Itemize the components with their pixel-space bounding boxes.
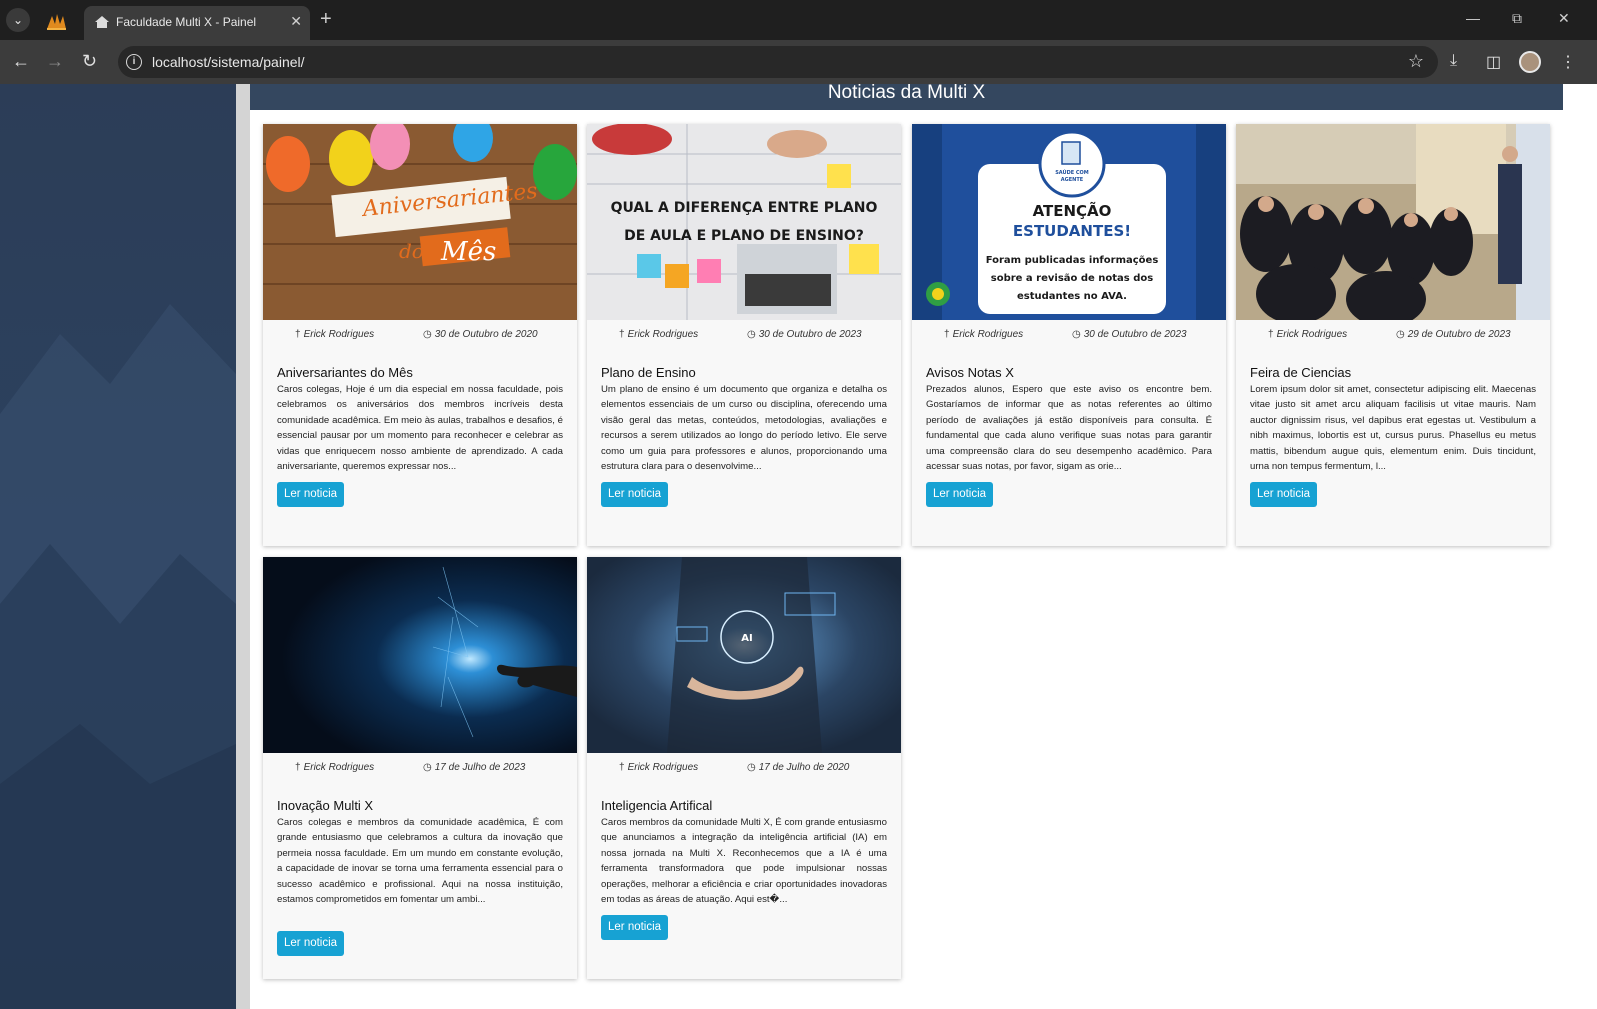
reload-icon[interactable]: ↻ (82, 51, 97, 71)
close-tab-icon[interactable]: ✕ (290, 13, 302, 30)
news-image-avisos-notas: SAÚDE COM AGENTE ATENÇÃO ESTUDANTES! For… (912, 124, 1226, 320)
news-meta: Erick Rodrigues 30 de Outubro de 2023 (912, 329, 1226, 343)
page-viewport: Noticias da Multi X Aniversariantes do M… (0, 84, 1597, 1009)
svg-text:ESTUDANTES!: ESTUDANTES! (1013, 222, 1131, 240)
svg-text:estudantes no AVA.: estudantes no AVA. (1017, 291, 1127, 302)
back-icon[interactable]: ← (12, 51, 30, 71)
news-title: Avisos Notas X (926, 365, 1014, 380)
painel-favicon-icon (95, 16, 109, 28)
news-meta: Erick Rodrigues 17 de Julho de 2020 (587, 762, 901, 776)
news-excerpt: Lorem ipsum dolor sit amet, consectetur … (1250, 384, 1536, 473)
read-news-button[interactable]: Ler noticia (1250, 482, 1318, 507)
tab-title: Faculdade Multi X - Painel (116, 15, 257, 29)
news-image-inovacao (263, 557, 577, 753)
image-text: ATENÇÃO (1033, 201, 1112, 220)
browser-toolbar: ← → ↻ i localhost/sistema/painel/ ☆ ⤓ ◫ … (0, 40, 1597, 84)
svg-text:Mês: Mês (440, 237, 496, 267)
news-card: Aniversariantes do Mês Erick Rodrigues 3… (263, 124, 577, 546)
news-image-aniversariantes: Aniversariantes do Mês (263, 124, 577, 320)
news-header: Noticias da Multi X (250, 84, 1563, 110)
forward-icon[interactable]: → (46, 51, 64, 71)
news-excerpt: Caros colegas, Hoje é um dia especial em… (277, 384, 563, 473)
read-news-button[interactable]: Ler noticia (601, 915, 669, 940)
close-window-icon[interactable]: ✕ (1558, 10, 1570, 27)
address-bar[interactable]: i localhost/sistema/painel/ ☆ (118, 46, 1438, 78)
download-icon[interactable]: ⤓ (1450, 52, 1457, 70)
image-text: AI (741, 633, 752, 644)
browser-tab-strip: ⌄ Faculdade Multi X - Painel ✕ + — ⧉ ✕ (0, 0, 1597, 40)
url-text: localhost/sistema/painel/ (152, 54, 305, 70)
minimize-icon[interactable]: — (1466, 10, 1480, 26)
svg-text:sobre a revisão de notas dos: sobre a revisão de notas dos (991, 273, 1154, 284)
news-excerpt: Prezados alunos, Espero que este aviso o… (926, 384, 1212, 473)
news-image-plano-de-ensino: QUAL A DIFERENÇA ENTRE PLANO DE AULA E P… (587, 124, 901, 320)
read-news-button[interactable]: Ler noticia (601, 482, 669, 507)
news-title: Plano de Ensino (601, 365, 696, 380)
news-date: 17 de Julho de 2023 (423, 762, 526, 773)
news-card: SAÚDE COM AGENTE ATENÇÃO ESTUDANTES! For… (912, 124, 1226, 546)
news-excerpt: Caros colegas e membros da comunidade ac… (277, 817, 563, 906)
news-date: 17 de Julho de 2020 (747, 762, 850, 773)
news-meta: Erick Rodrigues 30 de Outubro de 2023 (587, 329, 901, 343)
news-date: 30 de Outubro de 2023 (1072, 329, 1187, 340)
news-title: Feira de Ciencias (1250, 365, 1352, 380)
svg-text:AGENTE: AGENTE (1061, 177, 1084, 183)
svg-text:SAÚDE COM: SAÚDE COM (1055, 169, 1089, 176)
news-date: 29 de Outubro de 2023 (1396, 329, 1511, 340)
news-image-feira-de-ciencias (1236, 124, 1550, 320)
news-author: Erick Rodrigues (619, 762, 699, 773)
news-image-inteligencia-artificial: AI (587, 557, 901, 753)
news-title: Inovação Multi X (277, 798, 374, 813)
bookmark-star-icon[interactable]: ☆ (1408, 51, 1424, 72)
read-news-button[interactable]: Ler noticia (926, 482, 994, 507)
sidebar-border (236, 84, 250, 1009)
svg-text:DE AULA E PLANO DE ENSINO?: DE AULA E PLANO DE ENSINO? (624, 228, 864, 244)
news-meta: Erick Rodrigues 17 de Julho de 2023 (263, 762, 577, 776)
news-date: 30 de Outubro de 2023 (747, 329, 862, 340)
news-excerpt: Caros membros da comunidade Multi X, É c… (601, 817, 887, 906)
sidebar (0, 84, 236, 1009)
news-card: Erick Rodrigues 29 de Outubro de 2023 Fe… (1236, 124, 1550, 546)
news-author: Erick Rodrigues (944, 329, 1024, 340)
news-card: Erick Rodrigues 17 de Julho de 2023 Inov… (263, 557, 577, 979)
tab-painel[interactable]: Faculdade Multi X - Painel ✕ (84, 6, 310, 40)
news-card: AI Erick Rodrigues 17 de Julho de 2020 I… (587, 557, 901, 979)
news-author: Erick Rodrigues (295, 329, 375, 340)
read-news-button[interactable]: Ler noticia (277, 482, 345, 507)
multi-x-logo-icon (47, 14, 66, 30)
news-author: Erick Rodrigues (295, 762, 375, 773)
news-meta: Erick Rodrigues 30 de Outubro de 2020 (263, 329, 577, 343)
news-title: Aniversariantes do Mês (277, 365, 413, 380)
profile-avatar[interactable] (1519, 51, 1541, 73)
image-text: QUAL A DIFERENÇA ENTRE PLANO (611, 200, 878, 216)
pinned-tab[interactable] (44, 10, 68, 32)
mountain-background (0, 304, 236, 1009)
new-tab-icon[interactable]: + (320, 8, 332, 30)
menu-icon[interactable]: ⋮ (1560, 52, 1576, 72)
tab-search-button[interactable]: ⌄ (6, 8, 30, 32)
news-card: QUAL A DIFERENÇA ENTRE PLANO DE AULA E P… (587, 124, 901, 546)
news-author: Erick Rodrigues (1268, 329, 1348, 340)
news-meta: Erick Rodrigues 29 de Outubro de 2023 (1236, 329, 1550, 343)
news-author: Erick Rodrigues (619, 329, 699, 340)
side-panel-icon[interactable]: ◫ (1486, 52, 1501, 72)
news-date: 30 de Outubro de 2020 (423, 329, 538, 340)
restore-icon[interactable]: ⧉ (1512, 10, 1522, 27)
svg-text:Foram publicadas informações: Foram publicadas informações (986, 255, 1159, 266)
page-title: Noticias da Multi X (827, 84, 986, 103)
news-title: Inteligencia Artifical (601, 798, 713, 813)
site-info-icon[interactable]: i (126, 54, 142, 70)
read-news-button[interactable]: Ler noticia (277, 931, 345, 956)
svg-text:do: do (399, 239, 424, 263)
news-excerpt: Um plano de ensino é um documento que or… (601, 384, 887, 473)
